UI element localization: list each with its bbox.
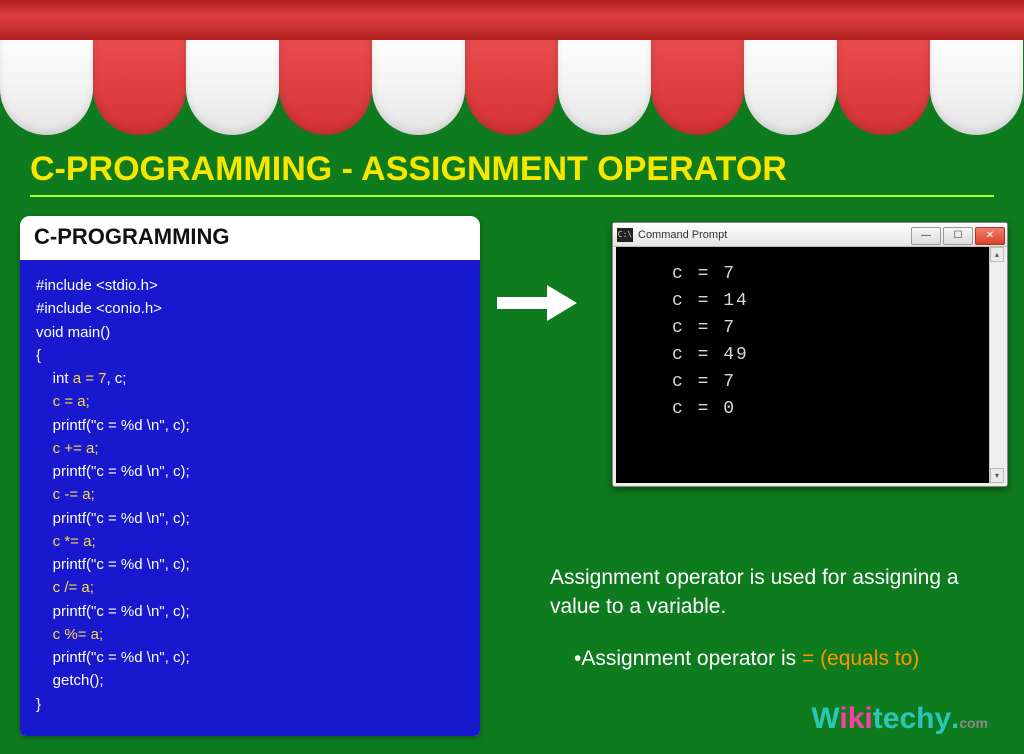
command-prompt-window: C:\ Command Prompt — ☐ ✕ c = 7 c = 14 c …	[612, 222, 1008, 487]
cmd-titlebar: C:\ Command Prompt — ☐ ✕	[613, 223, 1007, 247]
description-block: Assignment operator is used for assignin…	[550, 563, 990, 673]
wikitechy-logo: Wikitechy.com	[811, 702, 988, 736]
scroll-down-icon[interactable]: ▾	[990, 468, 1004, 483]
code-panel-header: C-PROGRAMMING	[20, 216, 480, 260]
description-bullet: •Assignment operator is = (equals to)	[550, 644, 990, 673]
scroll-up-icon[interactable]: ▴	[990, 247, 1004, 262]
bullet-text: •Assignment operator is	[574, 647, 802, 670]
maximize-button[interactable]: ☐	[943, 227, 973, 245]
cmd-output: c = 7 c = 14 c = 7 c = 49 c = 7 c = 0	[616, 247, 989, 483]
minimize-button[interactable]: —	[911, 227, 941, 245]
cmd-app-icon: C:\	[617, 228, 633, 242]
code-body: #include <stdio.h> #include <conio.h> vo…	[20, 260, 480, 736]
close-button[interactable]: ✕	[975, 227, 1005, 245]
arrow-icon	[497, 283, 577, 323]
cmd-title-text: Command Prompt	[638, 229, 727, 241]
awning-decoration	[0, 0, 1024, 140]
page-title: C-PROGRAMMING - ASSIGNMENT OPERATOR	[30, 150, 994, 197]
bullet-highlight: = (equals to)	[802, 647, 919, 670]
code-panel: C-PROGRAMMING #include <stdio.h> #includ…	[20, 216, 480, 736]
cmd-scrollbar[interactable]: ▴ ▾	[989, 247, 1004, 483]
description-line: Assignment operator is used for assignin…	[550, 563, 990, 622]
